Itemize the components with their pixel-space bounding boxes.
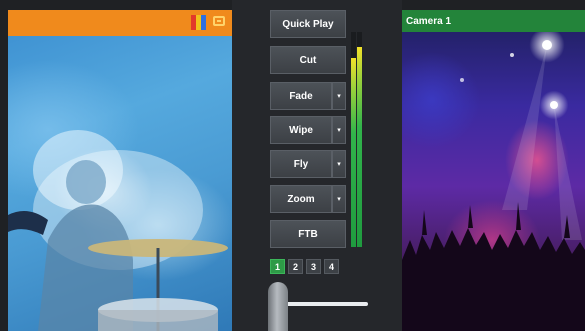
- audio-meter-right: [357, 32, 362, 247]
- rgb-bars-icon[interactable]: [191, 15, 206, 30]
- audio-meter-left-level: [351, 57, 356, 247]
- audio-meter-right-level: [357, 47, 362, 247]
- fade-dropdown-arrow-icon[interactable]: ▾: [332, 82, 346, 110]
- page-tab-2[interactable]: 2: [288, 259, 303, 274]
- quick-play-button[interactable]: Quick Play: [270, 10, 346, 38]
- page-tab-1[interactable]: 1: [270, 259, 285, 274]
- fly-button[interactable]: Fly: [270, 150, 332, 178]
- wipe-button[interactable]: Wipe: [270, 116, 332, 144]
- monitor-icon[interactable]: [213, 16, 225, 26]
- audio-meter-left: [351, 32, 356, 247]
- wipe-dropdown-arrow-icon[interactable]: ▾: [332, 116, 346, 144]
- fly-dropdown-arrow-icon[interactable]: ▾: [332, 150, 346, 178]
- transition-page-tabs: 1 2 3 4: [270, 259, 339, 274]
- switcher-window: Quick Play Cut Fade ▾ Wipe ▾ Fly ▾ Zoom …: [0, 0, 585, 331]
- fade-button[interactable]: Fade: [270, 82, 332, 110]
- ftb-button[interactable]: FTB: [270, 220, 346, 248]
- preview-monitor[interactable]: [8, 10, 232, 331]
- program-video-frame: [402, 40, 585, 331]
- program-source-title: Camera 1: [406, 15, 452, 27]
- transition-panel: Quick Play Cut Fade ▾ Wipe ▾ Fly ▾ Zoom …: [232, 0, 402, 331]
- cut-button[interactable]: Cut: [270, 46, 346, 74]
- program-header-bar: Camera 1: [402, 10, 585, 32]
- t-bar-handle[interactable]: [268, 282, 288, 331]
- page-tab-4[interactable]: 4: [324, 259, 339, 274]
- preview-header-bar: [8, 10, 232, 36]
- zoom-button[interactable]: Zoom: [270, 185, 332, 213]
- preview-video-frame: [8, 130, 228, 331]
- page-tab-3[interactable]: 3: [306, 259, 321, 274]
- zoom-dropdown-arrow-icon[interactable]: ▾: [332, 185, 346, 213]
- program-monitor[interactable]: Camera 1: [402, 10, 585, 331]
